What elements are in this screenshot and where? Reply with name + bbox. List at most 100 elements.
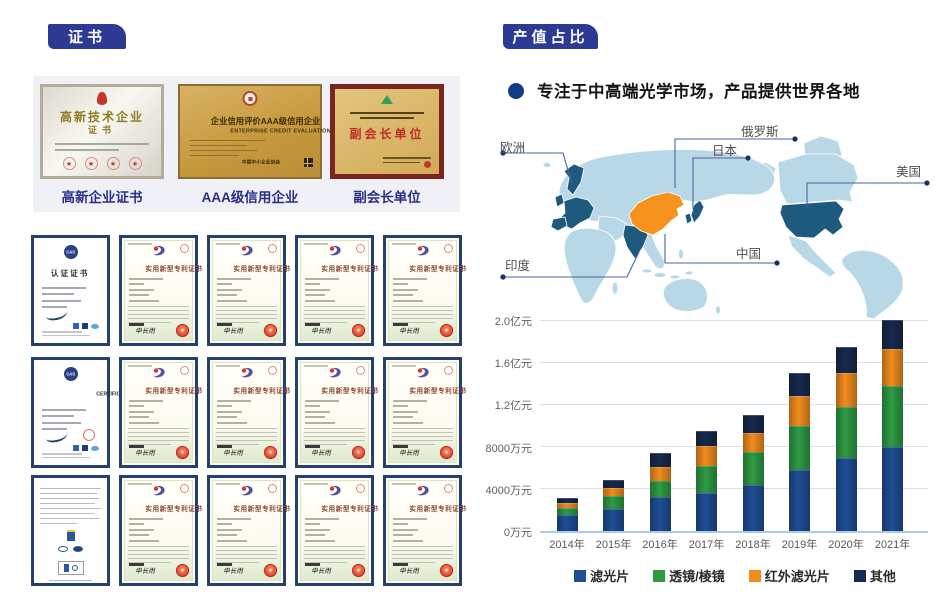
bar-2018年: [743, 415, 764, 531]
bar-segment: [696, 493, 717, 531]
output-value-section-badge: 产值占比: [503, 24, 598, 49]
bar-segment: [789, 426, 810, 470]
featured-certificates-panel: 高新技术企业 证书 企业信用评价AAA级信用企业 ENTERPRISE CRED…: [33, 76, 460, 212]
signature: 申长雨: [391, 444, 423, 462]
bar-segment: [882, 386, 903, 446]
red-seal-icons: [43, 157, 161, 170]
bar-segment: [836, 407, 857, 459]
red-stamp-icon: [180, 484, 189, 493]
new-zealand-shape: [716, 306, 721, 314]
red-stamp-icon: [268, 244, 277, 253]
red-stamp-icon: [180, 244, 189, 253]
legend-label: 透镜/棱镜: [669, 566, 725, 585]
vice-president-title: 副会长单位: [335, 125, 439, 142]
legend-item: 透镜/棱镜: [653, 566, 725, 585]
official-seal-icon: [176, 324, 189, 337]
patent-certificate-thumbnail: 实用新型专利证书 申长雨: [295, 475, 374, 586]
vice-president-plaque-image: 副会长单位: [330, 84, 444, 179]
red-stamp-icon: [83, 429, 95, 441]
bar-segment: [743, 415, 764, 433]
y-axis-tick: 2.0亿元: [444, 313, 532, 329]
legend-item: 滤光片: [574, 566, 629, 585]
cnipa-logo-icon: [239, 245, 255, 257]
red-stamp-icon: [444, 244, 453, 253]
cnipa-logo-icon: [415, 367, 431, 379]
gridline: [540, 320, 928, 321]
legend-item: 其他: [854, 566, 896, 585]
red-stamp-icon: [268, 366, 277, 375]
cnipa-logo-icon: [151, 367, 167, 379]
hightech-cert-label: 高新企业证书: [40, 186, 164, 206]
legend-label: 红外滤光片: [765, 566, 830, 585]
bar-2019年: [789, 373, 810, 531]
bar-segment: [836, 347, 857, 372]
signature: 申长雨: [215, 322, 247, 340]
bar-segment: [603, 496, 624, 509]
bar-segment: [603, 488, 624, 496]
patent-certificate-thumbnail: 实用新型专利证书 申长雨: [207, 475, 286, 586]
cas-logo-icon: CAS: [64, 245, 78, 259]
cnipa-logo-icon: [239, 367, 255, 379]
map-label-japan: 日本: [712, 140, 737, 159]
cert-text-lines: [55, 139, 149, 155]
bullet-dot-icon: [508, 83, 524, 99]
gridline: [540, 446, 928, 447]
canada-shape: [778, 154, 858, 204]
signature: 申长雨: [127, 322, 159, 340]
y-axis-tick: 1.2亿元: [444, 397, 532, 413]
cnipa-logo-icon: [415, 245, 431, 257]
signature: 申长雨: [215, 444, 247, 462]
bar-segment: [696, 446, 717, 466]
patent-certificate-thumbnail: 实用新型专利证书 申长雨: [119, 357, 198, 468]
y-axis-tick: 0万元: [444, 524, 532, 540]
red-seal-icon: [424, 161, 431, 168]
cnipa-logo-icon: [151, 245, 167, 257]
hightech-certificate-image: 高新技术企业 证书: [40, 84, 164, 179]
bar-segment: [882, 349, 903, 387]
usa-shape: [780, 201, 844, 238]
iceland-shape: [543, 163, 551, 168]
bar-2021年: [882, 320, 903, 531]
map-label-usa: 美国: [896, 161, 921, 180]
cert-text-lines: [217, 514, 276, 545]
legend-swatch-icon: [653, 570, 665, 582]
bar-segment: [836, 373, 857, 407]
red-stamp-icon: [356, 484, 365, 493]
bar-segment: [789, 373, 810, 396]
patent-certificate-thumbnail: 实用新型专利证书 申长雨: [295, 357, 374, 468]
vice-president-label: 副会长单位: [330, 186, 444, 206]
cert-text-lines: [305, 396, 364, 427]
cert-text-lines: [217, 396, 276, 427]
hightech-cert-subtitle: 证书: [43, 123, 161, 136]
document-text-lines: [40, 484, 101, 528]
official-seal-icon: [264, 564, 277, 577]
gridline: [540, 531, 928, 533]
signature: 申长雨: [391, 322, 423, 340]
map-label-india: 印度: [505, 255, 530, 274]
official-seal-icon: [176, 564, 189, 577]
qr-code-icon: [304, 158, 313, 167]
bar-2020年: [836, 347, 857, 531]
chart-legend: 滤光片 透镜/棱镜 红外滤光片 其他: [540, 566, 930, 585]
cert-text-lines: [305, 274, 364, 305]
official-seal-icon: [440, 564, 453, 577]
legend-item: 红外滤光片: [749, 566, 830, 585]
legend-label: 滤光片: [590, 566, 629, 585]
bar-segment: [603, 480, 624, 487]
aaa-credit-certificate-image: 企业信用评价AAA级信用企业 ENTERPRISE CREDIT EVALUAT…: [178, 84, 322, 179]
registration-certificate-thumbnail: CAS CERTIFICATE OF REGISTRATION: [31, 357, 110, 468]
official-seal-icon: [352, 564, 365, 577]
bar-2017年: [696, 431, 717, 531]
certificates-section-badge: 证书: [48, 24, 126, 49]
legend-swatch-icon: [749, 570, 761, 582]
cas-logo-icon: CAS: [64, 367, 78, 381]
cnipa-logo-icon: [415, 485, 431, 497]
certification-title: 认证证书: [34, 263, 107, 283]
patent-certificate-thumbnail: 实用新型专利证书 申长雨: [207, 235, 286, 346]
company-profile-page: 证书 高新技术企业 证书 企业信用评价AAA级信用企业 ENTERPRISE C…: [0, 0, 950, 607]
signature: 申长雨: [391, 562, 423, 580]
signature-icon: [46, 311, 69, 322]
bar-2016年: [650, 453, 671, 531]
madagascar-shape: [612, 282, 618, 294]
bar-segment: [743, 485, 764, 531]
